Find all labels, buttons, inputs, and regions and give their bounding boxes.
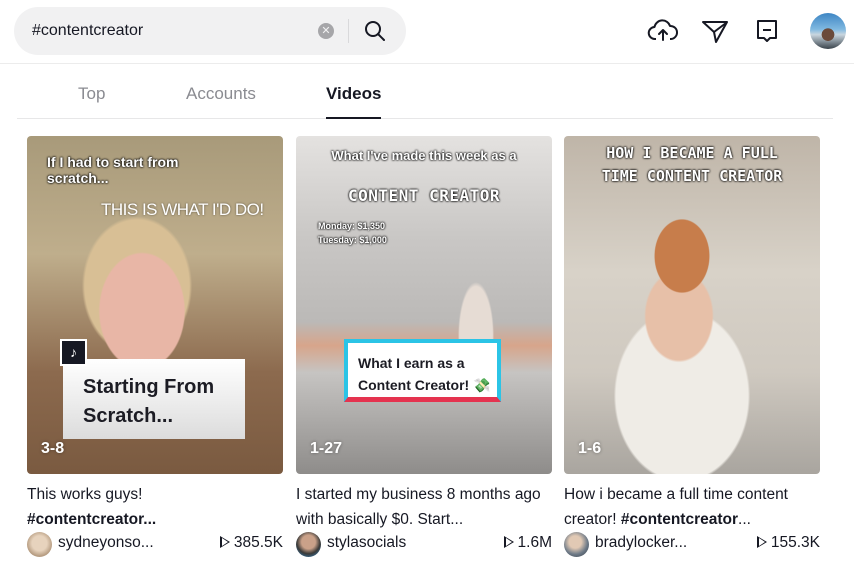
tiktok-logo-icon: ♪ [60, 339, 87, 366]
play-icon [219, 536, 230, 548]
search-button[interactable] [363, 19, 387, 43]
search-bar: ✕ [14, 7, 406, 55]
inbox-button[interactable] [751, 15, 783, 47]
tab-accounts[interactable]: Accounts [186, 84, 256, 104]
video-meta: sydneyonso... 385.5K [27, 532, 283, 562]
video-meta: stylasocials 1.6M [296, 532, 552, 562]
thumbnail-title: HOW I BECAME A FULL TIME CONTENT CREATOR [601, 144, 783, 185]
video-card[interactable]: What I've made this week as a CONTENT CR… [296, 136, 552, 562]
paper-plane-icon [702, 21, 728, 43]
tab-top[interactable]: Top [78, 84, 105, 104]
search-tabs: Top Accounts Videos [17, 66, 833, 119]
upload-button[interactable] [647, 15, 679, 47]
search-divider [348, 19, 349, 43]
author-avatar[interactable] [27, 532, 52, 557]
thumbnail-earnings: Monday: $1,350 Tuesday: $1,000 [318, 221, 387, 245]
video-description[interactable]: How i became a full time content creator… [564, 482, 820, 532]
video-card[interactable]: HOW I BECAME A FULL TIME CONTENT CREATOR… [564, 136, 820, 562]
tab-videos[interactable]: Videos [326, 84, 381, 104]
profile-avatar[interactable] [810, 13, 846, 49]
thumbnail-caption: If I had to start from scratch... [47, 154, 179, 187]
video-date: 1-27 [310, 440, 343, 457]
author-avatar[interactable] [296, 532, 321, 557]
author-avatar[interactable] [564, 532, 589, 557]
view-count: 155.3K [756, 534, 820, 552]
video-description[interactable]: This works guys! #contentcreator... [27, 482, 283, 532]
video-thumbnail[interactable]: What I've made this week as a CONTENT CR… [296, 136, 552, 474]
video-meta: bradylocker... 155.3K [564, 532, 820, 562]
top-header: ✕ [0, 0, 854, 64]
hashtag-link[interactable]: #contentcreator... [27, 511, 156, 528]
play-icon [503, 536, 514, 548]
view-count: 385.5K [219, 534, 283, 552]
hashtag-link[interactable]: #contentcreator [621, 511, 738, 528]
search-icon [365, 21, 385, 41]
video-date: 3-8 [41, 440, 65, 457]
video-date: 1-6 [578, 440, 602, 457]
description-text: This works guys! [27, 486, 143, 503]
description-text: I started my business 8 months ago with … [296, 486, 541, 528]
play-icon [756, 536, 767, 548]
message-box-icon [757, 20, 777, 42]
thumbnail-caption: What I've made this week as a [331, 148, 517, 163]
search-input[interactable] [32, 7, 312, 55]
thumbnail-title-box: Starting From Scratch... [63, 359, 245, 439]
messages-button[interactable] [699, 15, 731, 47]
video-thumbnail[interactable]: HOW I BECAME A FULL TIME CONTENT CREATOR… [564, 136, 820, 474]
active-tab-indicator [326, 117, 381, 119]
author-name[interactable]: bradylocker... [595, 534, 687, 552]
video-description[interactable]: I started my business 8 months ago with … [296, 482, 552, 532]
upload-cloud-icon [647, 19, 678, 41]
view-count: 1.6M [503, 534, 552, 552]
author-name[interactable]: stylasocials [327, 534, 406, 552]
description-ellipsis: ... [738, 511, 751, 528]
thumbnail-title-box: What I earn as a Content Creator! 💸 [344, 339, 501, 402]
video-thumbnail[interactable]: If I had to start from scratch... THIS I… [27, 136, 283, 474]
thumbnail-caption: THIS IS WHAT I'D DO! [101, 200, 264, 219]
clear-search-icon[interactable]: ✕ [318, 23, 334, 39]
video-card[interactable]: If I had to start from scratch... THIS I… [27, 136, 283, 562]
thumbnail-title: CONTENT CREATOR [348, 186, 500, 205]
author-name[interactable]: sydneyonso... [58, 534, 154, 552]
